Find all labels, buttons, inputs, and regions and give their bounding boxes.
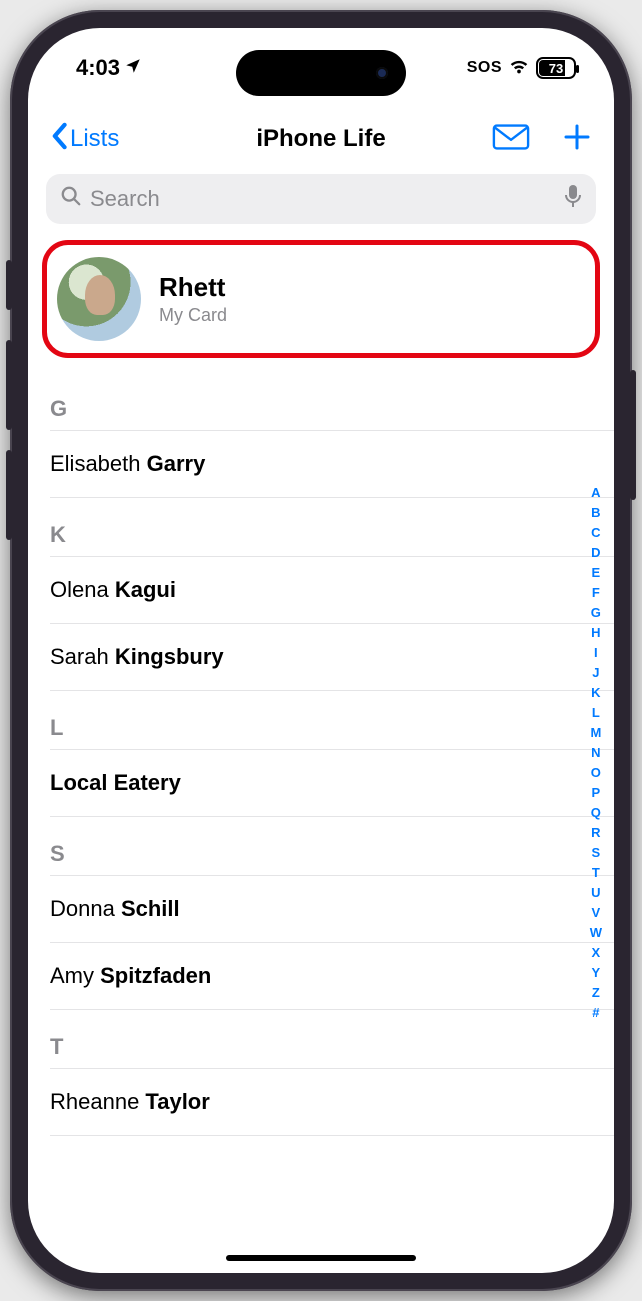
contact-row[interactable]: Rheanne Taylor: [50, 1069, 614, 1136]
index-letter[interactable]: R: [591, 823, 600, 843]
contact-last-name: Schill: [121, 896, 180, 921]
index-letter[interactable]: W: [590, 923, 602, 943]
device-frame: 4:03 SOS 73: [10, 10, 632, 1291]
index-letter[interactable]: Z: [592, 983, 600, 1003]
my-card-highlight: Rhett My Card: [42, 240, 600, 358]
index-letter[interactable]: X: [592, 943, 601, 963]
microphone-icon[interactable]: [564, 184, 582, 214]
status-right: SOS 73: [467, 55, 576, 82]
index-letter[interactable]: H: [591, 623, 600, 643]
contact-last-name: Spitzfaden: [100, 963, 211, 988]
contact-last-name: Kingsbury: [115, 644, 224, 669]
contact-first-name: Sarah: [50, 644, 115, 669]
battery-indicator: 73: [536, 57, 576, 79]
search-icon: [60, 185, 82, 213]
contact-last-name: Kagui: [115, 577, 176, 602]
contact-first-name: Amy: [50, 963, 100, 988]
index-letter[interactable]: F: [592, 583, 600, 603]
search-input[interactable]: Search: [46, 174, 596, 224]
index-letter[interactable]: D: [591, 543, 600, 563]
index-letter[interactable]: E: [592, 563, 601, 583]
index-letter[interactable]: C: [591, 523, 600, 543]
nav-actions: [492, 122, 592, 157]
mail-icon[interactable]: [492, 123, 530, 156]
location-icon: [124, 55, 142, 81]
contact-row[interactable]: Olena Kagui: [50, 557, 614, 624]
contact-row[interactable]: Amy Spitzfaden: [50, 943, 614, 1010]
wifi-icon: [508, 55, 530, 82]
back-button[interactable]: Lists: [50, 122, 119, 157]
add-button[interactable]: [562, 122, 592, 157]
contact-list[interactable]: GElisabeth GarryKOlena KaguiSarah Kingsb…: [28, 372, 614, 1136]
page-title: iPhone Life: [256, 125, 385, 153]
battery-percent: 73: [549, 61, 563, 76]
contact-row[interactable]: Donna Schill: [50, 876, 614, 943]
contact-first-name: Olena: [50, 577, 115, 602]
contact-last-name: Garry: [147, 451, 206, 476]
my-card-name: Rhett: [159, 272, 227, 303]
my-card-subtitle: My Card: [159, 305, 227, 326]
chevron-left-icon: [50, 122, 68, 157]
alphabet-index[interactable]: ABCDEFGHIJKLMNOPQRSTUVWXYZ#: [590, 483, 602, 1023]
index-letter[interactable]: A: [591, 483, 600, 503]
section-header: S: [50, 817, 614, 876]
index-letter[interactable]: J: [592, 663, 599, 683]
index-letter[interactable]: M: [590, 723, 601, 743]
screen: 4:03 SOS 73: [28, 28, 614, 1273]
index-letter[interactable]: B: [591, 503, 600, 523]
dynamic-island: [236, 50, 406, 96]
index-letter[interactable]: Q: [591, 803, 601, 823]
index-letter[interactable]: G: [591, 603, 601, 623]
section-header: L: [50, 691, 614, 750]
sos-indicator: SOS: [467, 59, 502, 77]
contact-last-name: Local Eatery: [50, 770, 181, 795]
search-container: Search: [28, 170, 614, 234]
index-letter[interactable]: P: [592, 783, 601, 803]
contact-last-name: Taylor: [145, 1089, 209, 1114]
volume-down-button: [6, 450, 12, 540]
status-time: 4:03: [76, 55, 120, 81]
side-button: [6, 260, 12, 310]
content-area: Lists iPhone Life S: [28, 108, 614, 1273]
index-letter[interactable]: L: [592, 703, 600, 723]
status-left: 4:03: [76, 55, 142, 81]
contact-first-name: Donna: [50, 896, 121, 921]
section-header: K: [50, 498, 614, 557]
back-label: Lists: [70, 125, 119, 153]
index-letter[interactable]: V: [592, 903, 601, 923]
index-letter[interactable]: N: [591, 743, 600, 763]
contact-row[interactable]: Sarah Kingsbury: [50, 624, 614, 691]
contact-first-name: Elisabeth: [50, 451, 147, 476]
section-header: G: [50, 372, 614, 431]
nav-bar: Lists iPhone Life: [28, 108, 614, 170]
index-letter[interactable]: #: [592, 1003, 599, 1023]
index-letter[interactable]: S: [592, 843, 601, 863]
index-letter[interactable]: U: [591, 883, 600, 903]
my-card-text: Rhett My Card: [159, 272, 227, 326]
contact-first-name: Rheanne: [50, 1089, 145, 1114]
index-letter[interactable]: I: [594, 643, 598, 663]
volume-up-button: [6, 340, 12, 430]
avatar: [57, 257, 141, 341]
home-indicator[interactable]: [226, 1255, 416, 1261]
index-letter[interactable]: K: [591, 683, 600, 703]
my-card-row[interactable]: Rhett My Card: [57, 257, 585, 341]
index-letter[interactable]: O: [591, 763, 601, 783]
index-letter[interactable]: Y: [592, 963, 601, 983]
contact-row[interactable]: Elisabeth Garry: [50, 431, 614, 498]
search-placeholder: Search: [90, 186, 160, 212]
contact-row[interactable]: Local Eatery: [50, 750, 614, 817]
power-button: [630, 370, 636, 500]
section-header: T: [50, 1010, 614, 1069]
index-letter[interactable]: T: [592, 863, 600, 883]
